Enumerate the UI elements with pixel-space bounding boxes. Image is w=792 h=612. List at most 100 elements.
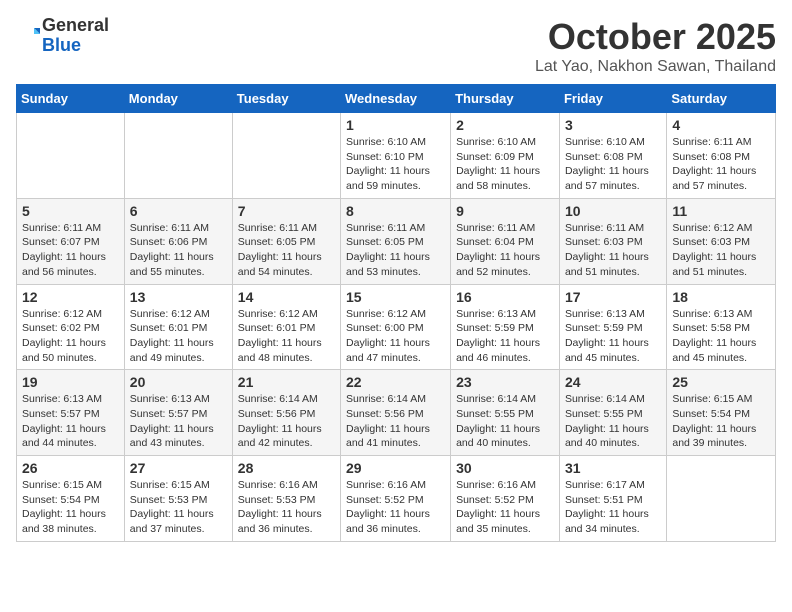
day-number: 10	[565, 203, 661, 219]
day-number: 23	[456, 374, 554, 390]
day-info: Sunrise: 6:14 AM Sunset: 5:55 PM Dayligh…	[456, 392, 554, 451]
day-info: Sunrise: 6:14 AM Sunset: 5:56 PM Dayligh…	[238, 392, 335, 451]
calendar-cell: 13 Sunrise: 6:12 AM Sunset: 6:01 PM Dayli…	[124, 284, 232, 370]
calendar-cell: 2 Sunrise: 6:10 AM Sunset: 6:09 PM Daylig…	[451, 113, 560, 199]
calendar-cell: 18 Sunrise: 6:13 AM Sunset: 5:58 PM Dayli…	[667, 284, 776, 370]
weekday-header-saturday: Saturday	[667, 85, 776, 113]
calendar-cell	[667, 456, 776, 542]
calendar-cell	[17, 113, 125, 199]
day-number: 19	[22, 374, 119, 390]
day-info: Sunrise: 6:13 AM Sunset: 5:58 PM Dayligh…	[672, 307, 770, 366]
logo-general-text: General	[42, 16, 109, 36]
calendar-cell: 6 Sunrise: 6:11 AM Sunset: 6:06 PM Daylig…	[124, 198, 232, 284]
week-row-3: 19 Sunrise: 6:13 AM Sunset: 5:57 PM Dayli…	[17, 370, 776, 456]
day-number: 5	[22, 203, 119, 219]
week-row-4: 26 Sunrise: 6:15 AM Sunset: 5:54 PM Dayli…	[17, 456, 776, 542]
day-number: 30	[456, 460, 554, 476]
day-info: Sunrise: 6:15 AM Sunset: 5:54 PM Dayligh…	[22, 478, 119, 537]
day-info: Sunrise: 6:13 AM Sunset: 5:59 PM Dayligh…	[565, 307, 661, 366]
day-number: 11	[672, 203, 770, 219]
calendar-cell: 10 Sunrise: 6:11 AM Sunset: 6:03 PM Dayli…	[559, 198, 666, 284]
day-info: Sunrise: 6:13 AM Sunset: 5:59 PM Dayligh…	[456, 307, 554, 366]
day-info: Sunrise: 6:16 AM Sunset: 5:53 PM Dayligh…	[238, 478, 335, 537]
day-info: Sunrise: 6:12 AM Sunset: 6:01 PM Dayligh…	[238, 307, 335, 366]
day-info: Sunrise: 6:11 AM Sunset: 6:05 PM Dayligh…	[238, 221, 335, 280]
day-number: 31	[565, 460, 661, 476]
weekday-header-wednesday: Wednesday	[341, 85, 451, 113]
day-number: 16	[456, 289, 554, 305]
calendar-cell: 21 Sunrise: 6:14 AM Sunset: 5:56 PM Dayli…	[232, 370, 340, 456]
day-number: 13	[130, 289, 227, 305]
calendar-cell: 8 Sunrise: 6:11 AM Sunset: 6:05 PM Daylig…	[341, 198, 451, 284]
day-number: 8	[346, 203, 445, 219]
week-row-2: 12 Sunrise: 6:12 AM Sunset: 6:02 PM Dayli…	[17, 284, 776, 370]
weekday-header-monday: Monday	[124, 85, 232, 113]
day-info: Sunrise: 6:12 AM Sunset: 6:00 PM Dayligh…	[346, 307, 445, 366]
calendar-cell: 25Sunrise: 6:15 AM Sunset: 5:54 PM Dayli…	[667, 370, 776, 456]
month-title: October 2025	[535, 16, 776, 58]
calendar-cell: 14 Sunrise: 6:12 AM Sunset: 6:01 PM Dayli…	[232, 284, 340, 370]
calendar-cell: 28 Sunrise: 6:16 AM Sunset: 5:53 PM Dayli…	[232, 456, 340, 542]
week-row-1: 5 Sunrise: 6:11 AM Sunset: 6:07 PM Daylig…	[17, 198, 776, 284]
calendar-cell: 1 Sunrise: 6:10 AM Sunset: 6:10 PM Daylig…	[341, 113, 451, 199]
day-info: Sunrise: 6:17 AM Sunset: 5:51 PM Dayligh…	[565, 478, 661, 537]
day-number: 6	[130, 203, 227, 219]
calendar-cell: 30 Sunrise: 6:16 AM Sunset: 5:52 PM Dayli…	[451, 456, 560, 542]
calendar-cell: 24Sunrise: 6:14 AM Sunset: 5:55 PM Dayli…	[559, 370, 666, 456]
calendar-cell: 7 Sunrise: 6:11 AM Sunset: 6:05 PM Daylig…	[232, 198, 340, 284]
day-info: Sunrise: 6:11 AM Sunset: 6:04 PM Dayligh…	[456, 221, 554, 280]
day-number: 28	[238, 460, 335, 476]
header: General Blue October 2025 Lat Yao, Nakho…	[16, 16, 776, 76]
day-number: 2	[456, 117, 554, 133]
location-title: Lat Yao, Nakhon Sawan, Thailand	[535, 58, 776, 76]
day-info: Sunrise: 6:16 AM Sunset: 5:52 PM Dayligh…	[346, 478, 445, 537]
day-info: Sunrise: 6:11 AM Sunset: 6:06 PM Dayligh…	[130, 221, 227, 280]
day-number: 27	[130, 460, 227, 476]
day-number: 21	[238, 374, 335, 390]
day-info: Sunrise: 6:11 AM Sunset: 6:07 PM Dayligh…	[22, 221, 119, 280]
day-info: Sunrise: 6:14 AM Sunset: 5:55 PM Dayligh…	[565, 392, 661, 451]
day-number: 14	[238, 289, 335, 305]
day-number: 26	[22, 460, 119, 476]
calendar-cell: 4 Sunrise: 6:11 AM Sunset: 6:08 PM Daylig…	[667, 113, 776, 199]
day-number: 18	[672, 289, 770, 305]
day-info: Sunrise: 6:11 AM Sunset: 6:05 PM Dayligh…	[346, 221, 445, 280]
week-row-0: 1 Sunrise: 6:10 AM Sunset: 6:10 PM Daylig…	[17, 113, 776, 199]
calendar-cell: 9 Sunrise: 6:11 AM Sunset: 6:04 PM Daylig…	[451, 198, 560, 284]
logo-icon	[16, 24, 40, 48]
day-number: 3	[565, 117, 661, 133]
calendar-cell: 19Sunrise: 6:13 AM Sunset: 5:57 PM Dayli…	[17, 370, 125, 456]
logo-blue-text: Blue	[42, 36, 109, 56]
day-info: Sunrise: 6:12 AM Sunset: 6:01 PM Dayligh…	[130, 307, 227, 366]
day-info: Sunrise: 6:12 AM Sunset: 6:03 PM Dayligh…	[672, 221, 770, 280]
day-number: 1	[346, 117, 445, 133]
day-info: Sunrise: 6:11 AM Sunset: 6:03 PM Dayligh…	[565, 221, 661, 280]
calendar-cell	[232, 113, 340, 199]
calendar-cell: 12 Sunrise: 6:12 AM Sunset: 6:02 PM Dayli…	[17, 284, 125, 370]
weekday-header-row: SundayMondayTuesdayWednesdayThursdayFrid…	[17, 85, 776, 113]
day-number: 22	[346, 374, 445, 390]
calendar-cell: 16 Sunrise: 6:13 AM Sunset: 5:59 PM Dayli…	[451, 284, 560, 370]
calendar-cell: 20Sunrise: 6:13 AM Sunset: 5:57 PM Dayli…	[124, 370, 232, 456]
day-info: Sunrise: 6:11 AM Sunset: 6:08 PM Dayligh…	[672, 135, 770, 194]
day-info: Sunrise: 6:13 AM Sunset: 5:57 PM Dayligh…	[130, 392, 227, 451]
calendar-cell: 5 Sunrise: 6:11 AM Sunset: 6:07 PM Daylig…	[17, 198, 125, 284]
day-info: Sunrise: 6:10 AM Sunset: 6:08 PM Dayligh…	[565, 135, 661, 194]
calendar-table: SundayMondayTuesdayWednesdayThursdayFrid…	[16, 84, 776, 542]
day-number: 4	[672, 117, 770, 133]
logo-text: General Blue	[42, 16, 109, 56]
weekday-header-tuesday: Tuesday	[232, 85, 340, 113]
day-info: Sunrise: 6:12 AM Sunset: 6:02 PM Dayligh…	[22, 307, 119, 366]
day-number: 29	[346, 460, 445, 476]
calendar-cell: 3 Sunrise: 6:10 AM Sunset: 6:08 PM Daylig…	[559, 113, 666, 199]
day-number: 12	[22, 289, 119, 305]
day-number: 9	[456, 203, 554, 219]
day-number: 17	[565, 289, 661, 305]
day-info: Sunrise: 6:10 AM Sunset: 6:10 PM Dayligh…	[346, 135, 445, 194]
day-info: Sunrise: 6:16 AM Sunset: 5:52 PM Dayligh…	[456, 478, 554, 537]
day-number: 15	[346, 289, 445, 305]
weekday-header-friday: Friday	[559, 85, 666, 113]
day-info: Sunrise: 6:10 AM Sunset: 6:09 PM Dayligh…	[456, 135, 554, 194]
calendar-cell: 31 Sunrise: 6:17 AM Sunset: 5:51 PM Dayli…	[559, 456, 666, 542]
day-number: 7	[238, 203, 335, 219]
